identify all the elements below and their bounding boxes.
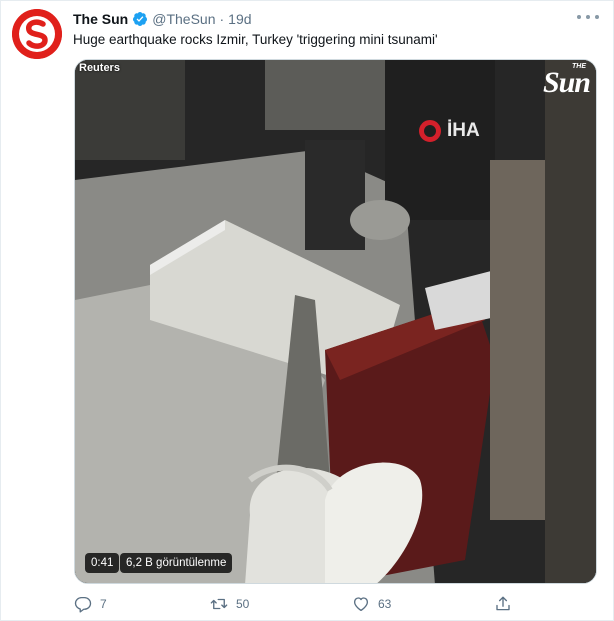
- retweet-icon: [210, 598, 228, 610]
- author-name[interactable]: The Sun: [73, 11, 128, 27]
- like-count: 63: [378, 597, 392, 611]
- video-frame: [75, 60, 596, 583]
- the-sun-watermark: THE Sun: [542, 63, 591, 99]
- separator-dot: ·: [219, 11, 225, 27]
- tweet-timestamp[interactable]: 19d: [228, 11, 251, 27]
- tweet-actions: 7 50 63: [74, 595, 597, 615]
- iha-watermark: İHA: [419, 120, 480, 142]
- iha-logo-icon: [419, 120, 441, 142]
- watermark-sun: Sun: [542, 66, 591, 99]
- the-sun-logo-icon: [12, 9, 62, 59]
- more-options-icon[interactable]: [577, 10, 599, 24]
- share-icon: [496, 596, 510, 611]
- verified-badge-icon: [133, 12, 148, 26]
- retweet-button[interactable]: 50: [210, 595, 249, 613]
- tweet-text: Huge earthquake rocks Izmir, Turkey 'tri…: [73, 32, 438, 47]
- share-button[interactable]: [494, 595, 512, 613]
- more-dot: [577, 15, 581, 19]
- video-player[interactable]: Reuters THE Sun İHA 0:41 6,2 B görüntüle…: [74, 59, 597, 584]
- tweet-card[interactable]: The Sun @TheSun · 19d Huge earthquake ro…: [0, 0, 614, 621]
- more-dot: [595, 15, 599, 19]
- retweet-count: 50: [236, 597, 250, 611]
- like-button[interactable]: 63: [352, 595, 391, 613]
- video-duration: 0:41: [85, 553, 120, 573]
- avatar[interactable]: [12, 9, 62, 59]
- reply-button[interactable]: 7: [74, 595, 107, 613]
- source-label: Reuters: [79, 62, 120, 74]
- reply-count: 7: [100, 597, 107, 611]
- author-handle[interactable]: @TheSun: [152, 11, 215, 27]
- video-view-count: 6,2 B görüntülenme: [120, 553, 233, 573]
- heart-icon: [353, 597, 369, 612]
- more-dot: [586, 15, 590, 19]
- reply-icon: [74, 596, 92, 613]
- iha-label: İHA: [447, 120, 480, 141]
